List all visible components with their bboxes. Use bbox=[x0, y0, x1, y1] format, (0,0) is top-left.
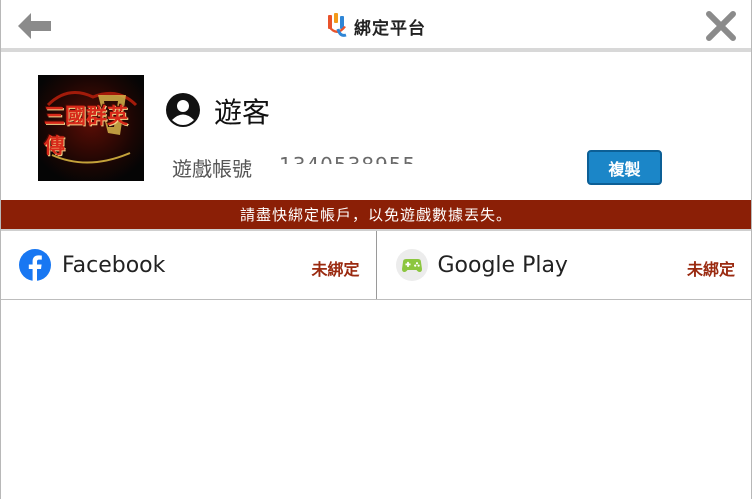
bind-warning-banner: 請盡快綁定帳戶，以免遊戲數據丟失。 bbox=[1, 200, 751, 229]
header-title-group: 綁定平台 bbox=[1, 0, 751, 52]
platform-list: Facebook 未綁定 Google Play 未綁定 bbox=[1, 229, 751, 300]
close-button[interactable] bbox=[703, 8, 739, 44]
platform-name: Google Play bbox=[437, 253, 568, 278]
platform-facebook[interactable]: Facebook 未綁定 bbox=[1, 231, 376, 299]
platform-status: 未綁定 bbox=[686, 260, 735, 279]
account-info: 三國群英傳 遊客 遊戲帳號 1340538955 複製 bbox=[1, 52, 751, 200]
platform-name: Facebook bbox=[62, 253, 166, 278]
username: 遊客 bbox=[214, 96, 271, 129]
game-logo: 三國群英傳 bbox=[38, 75, 144, 181]
platform-status: 未綁定 bbox=[311, 260, 360, 279]
page-title: 綁定平台 bbox=[354, 18, 426, 39]
close-icon bbox=[706, 11, 736, 41]
facebook-icon bbox=[19, 249, 51, 282]
platform-google-play[interactable]: Google Play 未綁定 bbox=[375, 231, 752, 299]
header-bar: 綁定平台 bbox=[1, 0, 751, 52]
brand-logo-icon bbox=[328, 13, 347, 37]
game-logo-text: 三國群英傳 bbox=[44, 103, 128, 158]
account-id-label: 遊戲帳號 bbox=[172, 157, 252, 181]
back-button[interactable] bbox=[17, 8, 53, 44]
back-arrow-icon bbox=[18, 13, 51, 39]
account-id-value: 1340538955 bbox=[279, 152, 416, 164]
copy-button[interactable]: 複製 bbox=[587, 150, 662, 185]
user-avatar-icon bbox=[166, 93, 200, 127]
content-empty-area bbox=[1, 300, 751, 495]
bind-platform-window: 綁定平台 三國群英傳 遊客 遊戲帳號 複製 請盡快綁定帳戶，以免遊戲數據丟失。 … bbox=[0, 0, 752, 499]
google-play-games-icon bbox=[395, 249, 428, 281]
